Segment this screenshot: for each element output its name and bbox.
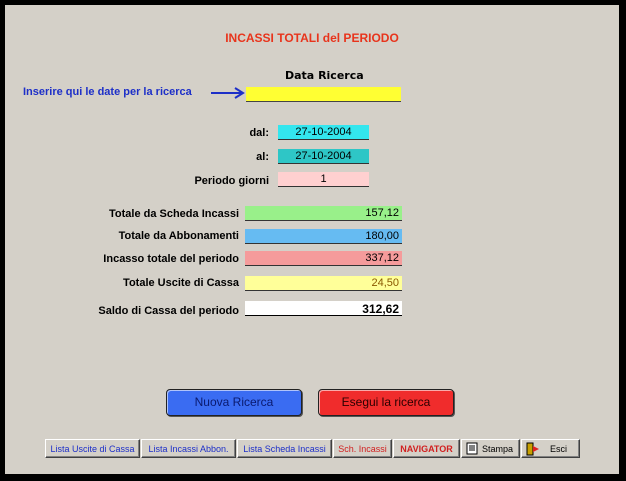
date-search-input[interactable] xyxy=(246,87,401,102)
abbonamenti-total-field[interactable]: 180,00 xyxy=(245,229,402,244)
scheda-total-label: Totale da Scheda Incassi xyxy=(108,208,239,220)
dal-date-field[interactable]: 27-10-2004 xyxy=(278,125,369,140)
al-date-field[interactable]: 27-10-2004 xyxy=(278,149,369,164)
esci-button[interactable]: Esci xyxy=(521,439,580,458)
stampa-button[interactable]: Stampa xyxy=(461,439,520,458)
run-search-button[interactable]: Esegui la ricerca xyxy=(318,389,454,416)
periodo-label: Periodo giorni xyxy=(194,175,269,187)
new-search-button[interactable]: Nuova Ricerca xyxy=(166,389,302,416)
esci-label: Esci xyxy=(549,444,567,454)
al-label: al: xyxy=(256,151,269,163)
lista-incassi-abbon-button[interactable]: Lista Incassi Abbon. xyxy=(141,439,236,458)
scheda-total-field[interactable]: 157,12 xyxy=(245,206,402,221)
exit-door-icon xyxy=(526,442,539,456)
uscite-total-label: Totale Uscite di Cassa xyxy=(123,277,239,289)
printer-icon xyxy=(466,442,478,455)
dal-label: dal: xyxy=(249,127,269,139)
lista-scheda-incassi-button[interactable]: Lista Scheda Incassi xyxy=(237,439,332,458)
uscite-total-field[interactable]: 24,50 xyxy=(245,276,402,291)
instruction-text: Inserire qui le date per la ricerca xyxy=(23,86,192,98)
page-title: INCASSI TOTALI del PERIODO xyxy=(225,31,399,45)
saldo-label: Saldo di Cassa del periodo xyxy=(98,305,239,317)
saldo-field[interactable]: 312,62 xyxy=(245,301,402,316)
arrow-right-icon xyxy=(211,87,245,99)
sch-incassi-button[interactable]: Sch. Incassi xyxy=(333,439,392,458)
incasso-total-field[interactable]: 337,12 xyxy=(245,251,402,266)
form-window: INCASSI TOTALI del PERIODO Data Ricerca … xyxy=(5,5,619,474)
incasso-total-label: Incasso totale del periodo xyxy=(103,253,239,265)
lista-uscite-button[interactable]: Lista Uscite di Cassa xyxy=(45,439,140,458)
periodo-field[interactable]: 1 xyxy=(278,172,369,187)
navigator-button[interactable]: NAVIGATOR xyxy=(393,439,460,458)
stampa-label: Stampa xyxy=(481,444,513,454)
abbonamenti-total-label: Totale da Abbonamenti xyxy=(118,230,239,242)
search-date-header: Data Ricerca xyxy=(285,69,364,82)
